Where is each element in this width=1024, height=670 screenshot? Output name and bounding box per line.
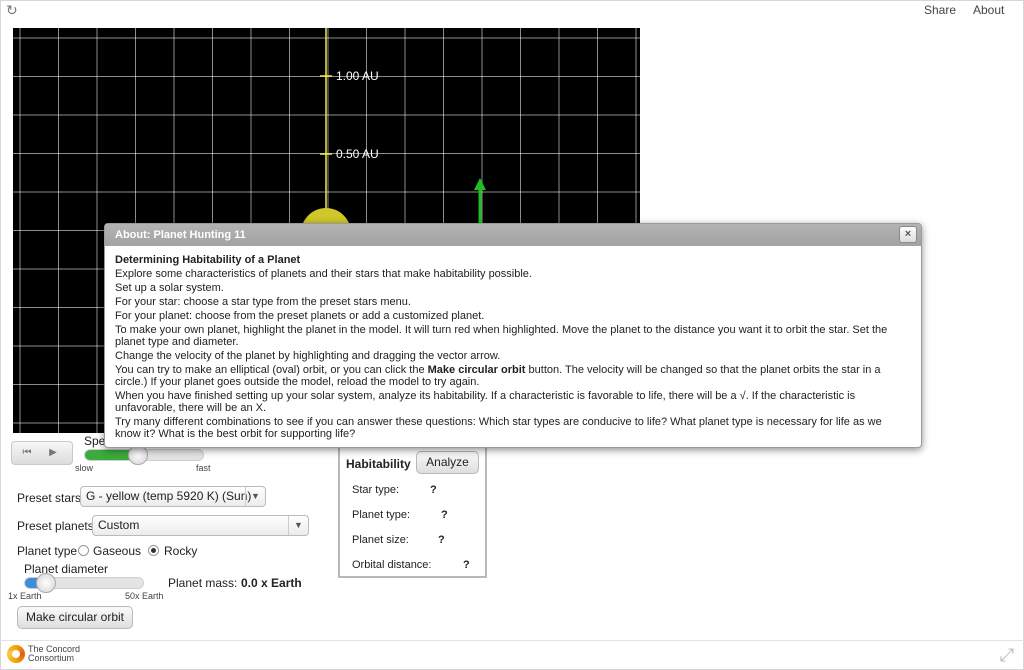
preset-stars-label: Preset stars — [17, 491, 82, 505]
habitability-title: Habitability — [346, 457, 411, 471]
axis-tick-label: 1.00 AU — [336, 69, 379, 83]
dialog-paragraph: For your planet: choose from the preset … — [115, 310, 485, 322]
hab-orbital-distance-label: Orbital distance: — [352, 559, 432, 571]
speed-label: Spe — [84, 434, 106, 448]
preset-planets-value: Custom — [98, 518, 140, 532]
preset-planets-select[interactable]: Custom ▼ — [92, 515, 309, 536]
hab-planet-size-value: ? — [438, 534, 445, 546]
play-button[interactable]: ▶ — [44, 446, 62, 460]
speed-fast-label: fast — [196, 463, 211, 473]
reload-icon[interactable]: ↻ — [6, 3, 20, 17]
dialog-paragraph: To make your own planet, highlight the p… — [115, 324, 888, 348]
planet-mass-value: 0.0 x Earth — [241, 576, 302, 590]
habitability-panel: Habitability Analyze Star type: ? Planet… — [338, 440, 487, 578]
planet-mass-label: Planet mass: — [168, 576, 238, 590]
dialog-paragraph: Explore some characteristics of planets … — [115, 268, 532, 280]
speed-slider-handle[interactable] — [128, 445, 148, 465]
diameter-max-label: 50x Earth — [125, 591, 164, 601]
footer-divider — [0, 640, 1024, 641]
dialog-titlebar[interactable]: About: Planet Hunting 11 × — [105, 224, 921, 246]
analyze-button[interactable]: Analyze — [416, 451, 479, 474]
dialog-body: Determining Habitability of a Planet Exp… — [115, 254, 910, 442]
axis-tick-label: 0.50 AU — [336, 147, 379, 161]
step-back-button[interactable]: ⏮ — [18, 446, 36, 460]
dialog-heading: Determining Habitability of a Planet — [115, 254, 301, 266]
dialog-paragraph: For your star: choose a star type from t… — [115, 296, 411, 308]
preset-planets-label: Preset planets — [17, 519, 94, 533]
about-link[interactable]: About — [973, 3, 1004, 17]
hab-planet-type-label: Planet type: — [352, 509, 411, 521]
dialog-paragraph: You can try to make an elliptical (oval)… — [115, 364, 910, 388]
velocity-arrowhead — [474, 178, 486, 190]
fullscreen-icon[interactable]: ⤢ — [996, 644, 1018, 666]
logo-text: The Concord Consortium — [28, 645, 80, 663]
logo-line2: Consortium — [28, 653, 75, 663]
hab-star-type-value: ? — [430, 484, 437, 496]
playback-controls: ⏮ ▶ — [11, 441, 73, 465]
rocky-radio[interactable] — [148, 545, 159, 556]
rocky-label: Rocky — [164, 544, 198, 558]
preset-stars-select[interactable]: G - yellow (temp 5920 K) (Sun) ▼ — [80, 486, 266, 507]
dialog-title: About: Planet Hunting 11 — [115, 229, 246, 241]
dialog-paragraph: Set up a solar system. — [115, 282, 224, 294]
close-button[interactable]: × — [899, 226, 917, 243]
dialog-text: You can try to make an elliptical (oval)… — [115, 364, 428, 376]
gaseous-label: Gaseous — [93, 544, 142, 558]
preset-stars-value: G - yellow (temp 5920 K) (Sun) — [86, 489, 252, 503]
speed-slow-label: slow — [75, 463, 94, 473]
chevron-down-icon: ▼ — [245, 487, 265, 506]
hab-planet-size-label: Planet size: — [352, 534, 409, 546]
dialog-paragraph: Change the velocity of the planet by hig… — [115, 350, 501, 362]
hab-planet-type-value: ? — [441, 509, 448, 521]
diameter-min-label: 1x Earth — [8, 591, 42, 601]
hab-orbital-distance-value: ? — [463, 559, 470, 571]
share-link[interactable]: Share — [924, 3, 956, 17]
make-circular-orbit-button[interactable]: Make circular orbit — [17, 606, 133, 629]
dialog-bold-text: Make circular orbit — [427, 364, 526, 376]
planet-type-label: Planet type — [17, 544, 78, 558]
chevron-down-icon: ▼ — [288, 516, 308, 535]
hab-star-type-label: Star type: — [352, 484, 400, 496]
planet-diameter-handle[interactable] — [35, 573, 56, 593]
dialog-paragraph: Try many different combinations to see i… — [115, 416, 882, 440]
planet-diameter-label: Planet diameter — [24, 562, 109, 576]
dialog-paragraph: When you have finished setting up your s… — [115, 390, 856, 414]
about-dialog: About: Planet Hunting 11 × Determining H… — [104, 223, 922, 448]
gaseous-radio[interactable] — [78, 545, 89, 556]
top-bar: ↻ Share About — [0, 0, 1024, 22]
logo-mark-icon — [7, 645, 25, 663]
